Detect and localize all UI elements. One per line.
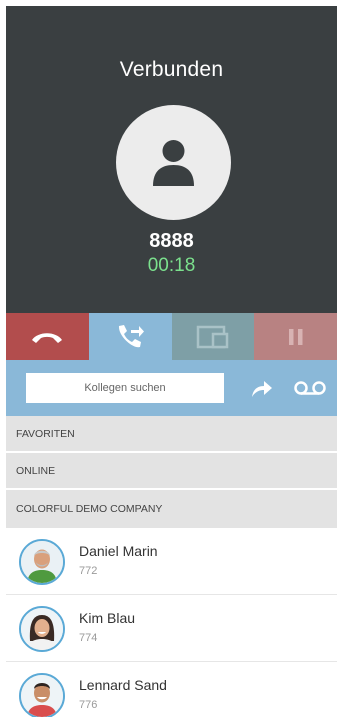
caller-number: 8888 — [149, 230, 194, 252]
avatar — [19, 539, 65, 585]
contact-list: Daniel Marin 772 Kim Blau 774 Lennard Sa… — [6, 528, 337, 717]
forward-button[interactable] — [249, 375, 275, 401]
section-company[interactable]: COLORFUL DEMO COMPANY — [6, 490, 337, 528]
call-action-bar — [6, 313, 337, 360]
call-timer: 00:18 — [147, 255, 196, 276]
contact-extension: 772 — [79, 565, 98, 577]
colleague-search-input[interactable] — [26, 373, 224, 403]
caller-avatar — [116, 105, 231, 220]
screen-devices-icon — [196, 325, 229, 348]
section-favorites[interactable]: FAVORITEN — [6, 416, 337, 452]
person-photo-icon — [21, 608, 63, 650]
contact-extension: 776 — [79, 699, 98, 711]
hangup-button[interactable] — [6, 313, 89, 360]
transfer-call-icon — [119, 324, 145, 347]
contact-name: Daniel Marin — [79, 543, 158, 559]
section-online[interactable]: ONLINE — [6, 453, 337, 489]
screen-devices-button[interactable] — [171, 313, 255, 360]
contact-name: Lennard Sand — [79, 677, 167, 693]
softphone-app: Verbunden 8888 00:18 Kollegen suchen FAV… — [0, 0, 337, 717]
person-photo-icon — [21, 675, 63, 717]
person-photo-icon — [21, 541, 63, 583]
contact-item[interactable]: Daniel Marin 772 — [6, 528, 337, 595]
avatar — [19, 606, 65, 652]
call-panel: Verbunden 8888 00:18 — [6, 6, 337, 313]
transfer-search-row — [6, 360, 337, 416]
contact-extension: 774 — [79, 632, 98, 644]
avatar — [19, 673, 65, 717]
pause-icon — [288, 328, 303, 345]
hold-button[interactable] — [254, 313, 337, 360]
hangup-phone-icon — [32, 332, 63, 343]
contact-name: Kim Blau — [79, 610, 136, 626]
person-icon — [153, 140, 194, 186]
contact-item[interactable]: Kim Blau 774 — [6, 595, 337, 662]
transfer-button[interactable] — [88, 313, 172, 360]
forward-arrow-icon — [252, 381, 272, 397]
voicemail-icon — [294, 381, 326, 395]
call-status: Verbunden — [119, 58, 224, 81]
voicemail-button[interactable] — [292, 376, 328, 400]
contact-item[interactable]: Lennard Sand 776 — [6, 662, 337, 717]
